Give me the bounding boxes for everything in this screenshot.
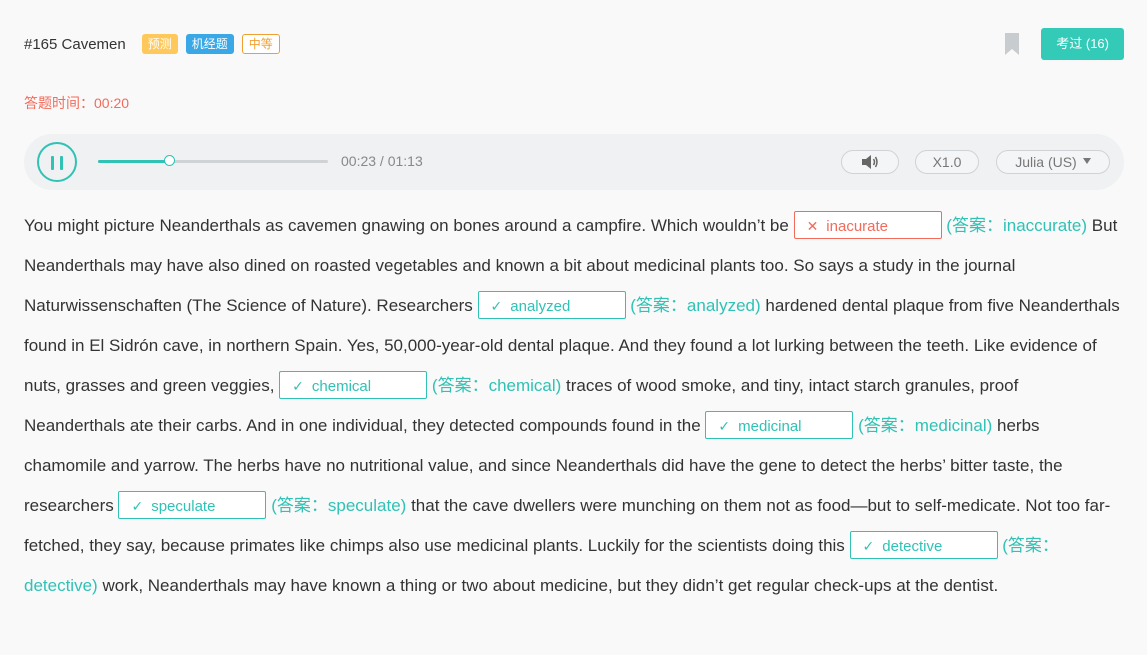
correct-answer-3: (答案：chemical)	[431, 376, 562, 395]
progress-slider[interactable]	[98, 155, 328, 166]
check-icon: ✓	[490, 297, 503, 314]
exam-count-button[interactable]: 考过 (16)	[1041, 28, 1124, 60]
question-title: #165 Cavemen	[24, 35, 126, 53]
voice-label: Julia (US)	[1015, 154, 1077, 170]
bookmark-icon[interactable]	[1005, 33, 1020, 55]
progress-handle[interactable]	[164, 155, 176, 166]
progress-fill	[98, 160, 170, 163]
blank-input: detective	[882, 537, 943, 555]
pause-icon[interactable]	[37, 142, 77, 182]
answer-timer: 答题时间：00:20	[24, 93, 129, 113]
tag-difficulty: 中等	[241, 34, 280, 54]
audio-player: 00:23 / 01:13 X1.0 Julia (US)	[24, 134, 1124, 190]
cross-icon: ✕	[806, 217, 819, 234]
timer-value: 00:20	[94, 95, 130, 111]
caret-down-icon	[1082, 158, 1091, 165]
speed-button[interactable]: X1.0	[915, 150, 979, 174]
voice-select[interactable]: Julia (US)	[996, 150, 1110, 174]
answer-blank-4[interactable]: ✓ medicinal	[705, 410, 854, 439]
speaker-icon	[862, 155, 878, 170]
answer-blank-2[interactable]: ✓ analyzed	[477, 290, 626, 319]
check-icon: ✓	[862, 537, 875, 554]
passage-text: You might picture Neanderthals as caveme…	[24, 206, 1122, 606]
tag-exam-recall: 机经题	[185, 34, 234, 54]
blank-input: inacurate	[826, 217, 889, 235]
blank-input: speculate	[151, 497, 216, 515]
correct-answer-4: (答案：medicinal)	[858, 416, 993, 435]
check-icon: ✓	[131, 497, 144, 514]
header: #165 Cavemen 预测 机经题 中等 考过 (16)	[24, 28, 1124, 60]
correct-answer-2: (答案：analyzed)	[630, 296, 761, 315]
blank-input: chemical	[311, 377, 372, 395]
passage-segment: work, Neanderthals may have known a thin…	[102, 576, 999, 595]
volume-button[interactable]	[841, 150, 899, 174]
blank-input: analyzed	[510, 297, 571, 315]
check-icon: ✓	[718, 417, 731, 434]
blank-input: medicinal	[738, 417, 802, 435]
answer-blank-1[interactable]: ✕ inacurate	[793, 210, 942, 239]
answer-blank-3[interactable]: ✓ chemical	[279, 370, 428, 399]
correct-answer-1: (答案：inaccurate)	[946, 216, 1088, 235]
passage-segment: You might picture Neanderthals as caveme…	[24, 216, 794, 235]
answer-blank-6[interactable]: ✓ detective	[849, 530, 998, 559]
tag-prediction: 预测	[141, 34, 178, 54]
answer-blank-5[interactable]: ✓ speculate	[118, 490, 267, 519]
timer-label: 答题时间：	[24, 95, 94, 111]
playback-time: 00:23 / 01:13	[341, 153, 423, 169]
correct-answer-5: (答案：speculate)	[271, 496, 407, 515]
check-icon: ✓	[292, 377, 304, 394]
